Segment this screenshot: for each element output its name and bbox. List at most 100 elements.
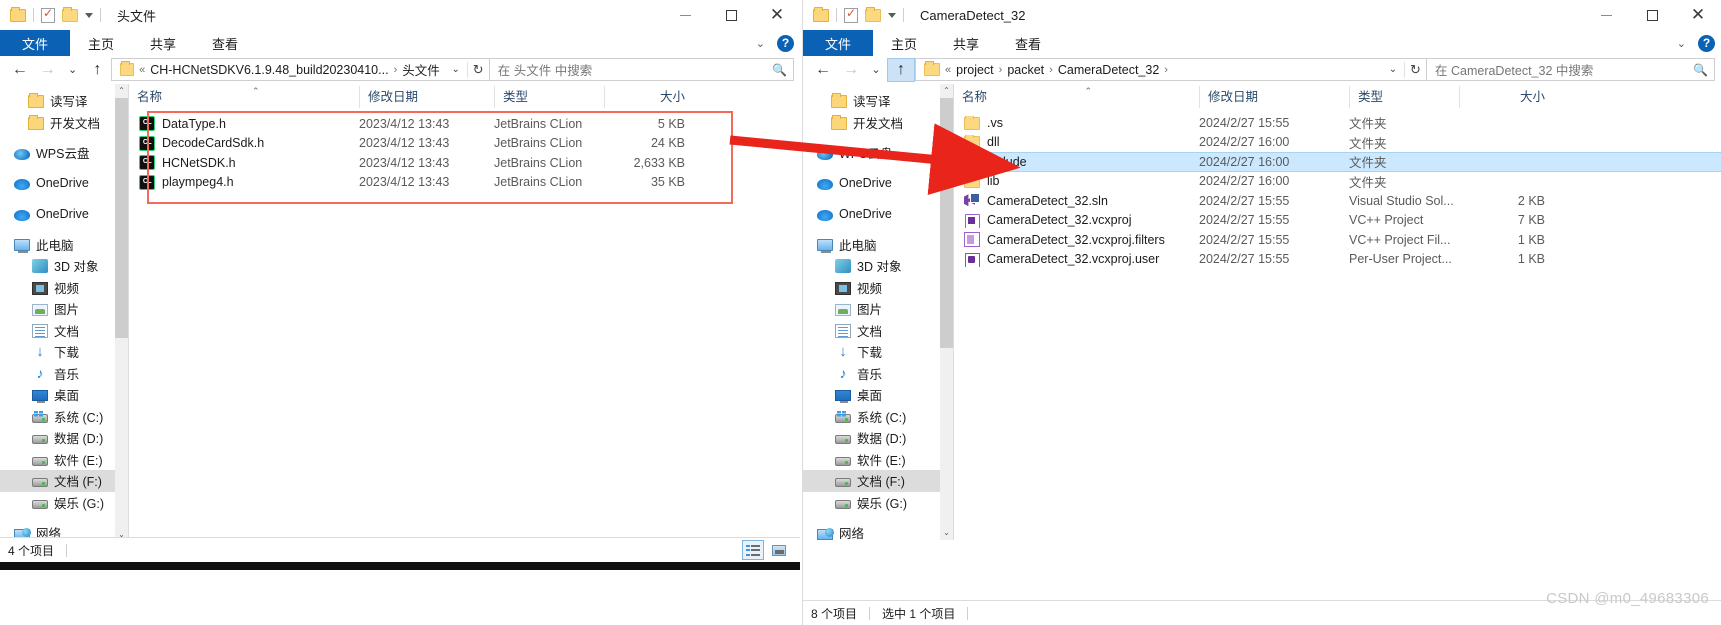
right-search-input[interactable]: 在 CameraDetect_32 中搜索 🔍	[1427, 58, 1715, 81]
sidebar-item-0[interactable]: 读写译	[0, 90, 128, 112]
column-header-size[interactable]: 大小	[604, 86, 699, 108]
column-header-size[interactable]: 大小	[1459, 86, 1559, 108]
left-quick-access-toolbar[interactable]: 头文件	[0, 6, 156, 25]
sidebar-item-16[interactable]: 文档 (F:)	[0, 470, 128, 492]
scroll-thumb[interactable]	[940, 98, 953, 348]
help-icon[interactable]: ?	[1698, 34, 1715, 52]
sidebar-item-3[interactable]: OneDrive	[803, 173, 953, 195]
sidebar-item-2[interactable]: WPS云盘	[0, 142, 128, 164]
details-view-button[interactable]	[742, 540, 764, 560]
minimize-button[interactable]	[1583, 0, 1629, 30]
column-header-date[interactable]: 修改日期	[359, 86, 494, 108]
breadcrumb-item-current[interactable]: 头文件	[402, 60, 440, 79]
scroll-down-icon[interactable]: ⌄	[940, 526, 953, 540]
minimize-button[interactable]	[662, 0, 708, 30]
cell-name[interactable]: lib	[954, 174, 1199, 189]
table-row[interactable]: dll 2024/2/27 16:00 文件夹	[954, 133, 1721, 153]
recent-locations-chevron-icon[interactable]: ⌄	[865, 58, 887, 82]
cell-name[interactable]: HCNetSDK.h	[129, 155, 359, 171]
sidebar-item-18[interactable]: 网络	[803, 522, 953, 540]
sidebar-item-16[interactable]: 文档 (F:)	[803, 470, 953, 492]
table-row[interactable]: CameraDetect_32.vcxproj 2024/2/27 15:55 VC…	[954, 211, 1721, 231]
sidebar-item-2[interactable]: WPS云盘	[803, 142, 953, 164]
up-arrow-icon[interactable]: ↑	[84, 58, 112, 82]
tab-share[interactable]: 共享	[935, 30, 997, 56]
forward-arrow-icon[interactable]: →	[837, 58, 865, 82]
cell-name[interactable]: CameraDetect_32.vcxproj	[954, 212, 1199, 228]
tab-view[interactable]: 查看	[194, 30, 256, 56]
table-row[interactable]: DataType.h 2023/4/12 13:43 JetBrains CLion…	[129, 114, 800, 134]
left-search-input[interactable]: 在 头文件 中搜索 🔍	[489, 58, 794, 81]
table-row[interactable]: lib 2024/2/27 16:00 文件夹	[954, 172, 1721, 192]
table-row[interactable]: CameraDetect_32.vcxproj.filters 2024/2/27…	[954, 230, 1721, 250]
sidebar-item-15[interactable]: 软件 (E:)	[0, 449, 128, 471]
sidebar-item-17[interactable]: 娱乐 (G:)	[0, 492, 128, 514]
sidebar-item-17[interactable]: 娱乐 (G:)	[803, 492, 953, 514]
breadcrumb-item-project[interactable]: project	[956, 63, 994, 77]
breadcrumb-item-sdk[interactable]: CH-HCNetSDKV6.1.9.48_build20230410...	[150, 63, 388, 77]
chevron-down-icon[interactable]	[888, 12, 896, 18]
new-folder-icon[interactable]	[62, 6, 78, 22]
left-file-list[interactable]: 名称 ⌃ 修改日期 类型 大小 DataType.h 2023/4/12 13:43 Jet…	[129, 84, 800, 542]
sidebar-item-10[interactable]: ↓ 下载	[803, 341, 953, 363]
table-row[interactable]: CameraDetect_32.vcxproj.user 2024/2/27 15…	[954, 250, 1721, 270]
sidebar-item-14[interactable]: 数据 (D:)	[0, 427, 128, 449]
sidebar-item-13[interactable]: 系统 (C:)	[0, 406, 128, 428]
properties-checkbox-icon[interactable]	[844, 6, 858, 23]
close-button[interactable]: ✕	[754, 0, 800, 30]
recent-locations-chevron-icon[interactable]: ⌄	[62, 58, 84, 82]
cell-name[interactable]: DataType.h	[129, 116, 359, 132]
cell-name[interactable]: plaympeg4.h	[129, 174, 359, 190]
right-navigation-pane[interactable]: ⌃ ⌄ 读写译 开发文档 WPS云盘 OneDrive OneDrive 此电脑 3D 对象…	[803, 84, 953, 540]
tab-home[interactable]: 主页	[873, 30, 935, 56]
right-address-bar[interactable]: « project › packet › CameraDetect_32 › ⌄…	[915, 58, 1427, 81]
cell-name[interactable]: .vs	[954, 115, 1199, 130]
left-nav-scrollbar[interactable]: ⌃ ⌄	[115, 84, 128, 542]
folder-icon[interactable]	[813, 6, 829, 22]
sidebar-item-7[interactable]: 视频	[0, 277, 128, 299]
chevron-up-icon[interactable]: ⌄	[1677, 37, 1686, 50]
tab-home[interactable]: 主页	[70, 30, 132, 56]
thumbnails-view-button[interactable]	[768, 540, 790, 560]
cell-name[interactable]: CameraDetect_32.vcxproj.filters	[954, 232, 1199, 248]
sidebar-item-11[interactable]: ♪ 音乐	[803, 363, 953, 385]
scroll-thumb[interactable]	[115, 98, 128, 338]
sidebar-item-12[interactable]: 桌面	[0, 384, 128, 406]
cell-name[interactable]: DecodeCardSdk.h	[129, 135, 359, 151]
table-row[interactable]: HCNetSDK.h 2023/4/12 13:43 JetBrains CLion…	[129, 153, 800, 173]
right-nav-scrollbar[interactable]: ⌃ ⌄	[940, 84, 953, 540]
table-row[interactable]: plaympeg4.h 2023/4/12 13:43 JetBrains CLio…	[129, 173, 800, 193]
breadcrumb-item-packet[interactable]: packet	[1007, 63, 1044, 77]
cell-name[interactable]: include	[954, 154, 1199, 169]
chevron-down-icon[interactable]	[85, 12, 93, 18]
scroll-up-icon[interactable]: ⌃	[115, 84, 128, 98]
sidebar-item-1[interactable]: 开发文档	[803, 112, 953, 134]
left-navigation-pane[interactable]: ⌃ ⌄ 读写译 开发文档 WPS云盘 OneDrive OneDrive 此电脑 3D 对象…	[0, 84, 128, 542]
close-button[interactable]: ✕	[1675, 0, 1721, 30]
address-dropdown-icon[interactable]: ⌄	[445, 64, 467, 75]
tab-share[interactable]: 共享	[132, 30, 194, 56]
search-icon[interactable]: 🔍	[1693, 63, 1708, 77]
sidebar-item-10[interactable]: ↓ 下载	[0, 341, 128, 363]
table-row[interactable]: DecodeCardSdk.h 2023/4/12 13:43 JetBrains …	[129, 134, 800, 154]
left-column-headers[interactable]: 名称 ⌃ 修改日期 类型 大小	[129, 84, 800, 108]
cell-name[interactable]: dll	[954, 135, 1199, 150]
sidebar-item-11[interactable]: ♪ 音乐	[0, 363, 128, 385]
left-address-bar[interactable]: « CH-HCNetSDKV6.1.9.48_build20230410... …	[111, 58, 490, 81]
properties-checkbox-icon[interactable]	[41, 6, 55, 23]
tab-file[interactable]: 文件	[803, 30, 874, 56]
refresh-icon[interactable]: ↻	[466, 61, 489, 78]
sidebar-item-9[interactable]: 文档	[0, 320, 128, 342]
tab-view[interactable]: 查看	[997, 30, 1059, 56]
sidebar-item-6[interactable]: 3D 对象	[0, 255, 128, 277]
column-header-name[interactable]: 名称 ⌃	[129, 86, 359, 108]
sidebar-item-12[interactable]: 桌面	[803, 384, 953, 406]
sidebar-item-15[interactable]: 软件 (E:)	[803, 449, 953, 471]
scroll-up-icon[interactable]: ⌃	[940, 84, 953, 98]
table-row[interactable]: CameraDetect_32.sln 2024/2/27 15:55 Visual…	[954, 191, 1721, 211]
sidebar-item-9[interactable]: 文档	[803, 320, 953, 342]
table-row[interactable]: include 2024/2/27 16:00 文件夹	[954, 152, 1721, 172]
forward-arrow-icon[interactable]: →	[34, 58, 62, 82]
column-header-type[interactable]: 类型	[1349, 86, 1459, 108]
back-arrow-icon[interactable]: ←	[6, 58, 34, 82]
